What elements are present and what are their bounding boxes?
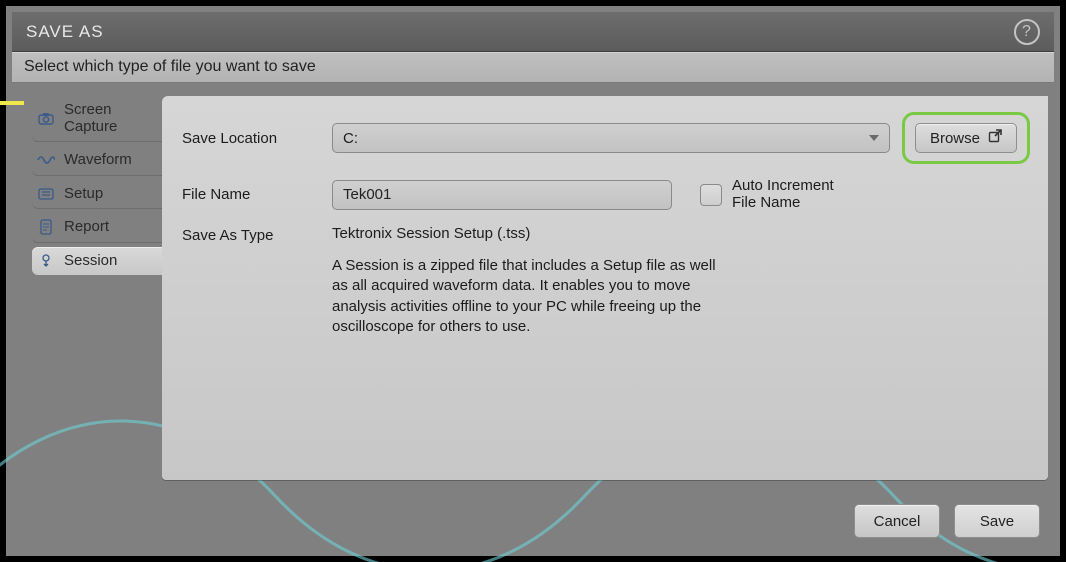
sidebar-item-label: Waveform	[64, 152, 164, 169]
dialog-titlebar: SAVE AS ?	[12, 12, 1054, 52]
file-name-label: File Name	[182, 186, 332, 203]
browse-button-label: Browse	[930, 130, 980, 147]
browse-button[interactable]: Browse	[915, 123, 1017, 153]
setup-icon	[36, 187, 56, 201]
sidebar-item-label: Session	[64, 253, 164, 270]
tab-setup[interactable]: Setup	[32, 180, 170, 210]
save-as-type-value: Tektronix Session Setup (.tss)	[332, 225, 1030, 242]
auto-increment-checkbox[interactable]	[700, 184, 722, 206]
waveform-icon	[36, 153, 56, 167]
save-location-label: Save Location	[182, 130, 332, 147]
session-icon	[36, 253, 56, 269]
help-button[interactable]: ?	[1014, 19, 1040, 45]
save-as-type-row: Save As Type Tektronix Session Setup (.t…	[182, 225, 1030, 337]
camera-icon	[36, 112, 56, 126]
sidebar-item-label: Setup	[64, 186, 164, 203]
dialog-footer: Cancel Save	[854, 504, 1040, 538]
tab-waveform[interactable]: Waveform	[32, 146, 170, 176]
file-name-input[interactable]	[332, 180, 672, 210]
chevron-down-icon	[869, 135, 879, 141]
session-panel: Save Location C: Browse File Name	[162, 96, 1048, 480]
sidebar: Screen Capture Waveform Setup Report	[32, 96, 170, 275]
save-button[interactable]: Save	[954, 504, 1040, 538]
report-icon	[36, 219, 56, 235]
tab-session[interactable]: Session	[32, 247, 170, 276]
dialog-frame: SAVE AS ? Select which type of file you …	[0, 0, 1066, 562]
dialog-body: Screen Capture Waveform Setup Report	[12, 84, 1054, 550]
tab-screen-capture[interactable]: Screen Capture	[32, 96, 170, 142]
auto-increment-label: Auto Increment File Name	[732, 178, 852, 211]
cancel-button[interactable]: Cancel	[854, 504, 940, 538]
dialog-title: SAVE AS	[26, 22, 104, 42]
sidebar-item-label: Screen Capture	[64, 102, 164, 135]
file-name-row: File Name Auto Increment File Name	[182, 178, 1030, 211]
help-icon: ?	[1022, 23, 1032, 41]
session-description: A Session is a zipped file that includes…	[332, 256, 732, 337]
sidebar-item-label: Report	[64, 219, 164, 236]
save-location-value: C:	[343, 130, 358, 147]
tab-report[interactable]: Report	[32, 213, 170, 243]
save-as-type-block: Tektronix Session Setup (.tss) A Session…	[332, 225, 1030, 337]
browse-highlight: Browse	[902, 112, 1030, 164]
save-as-type-label: Save As Type	[182, 225, 332, 244]
save-location-dropdown[interactable]: C:	[332, 123, 890, 153]
dialog-subtitle: Select which type of file you want to sa…	[12, 52, 1054, 83]
save-as-dialog: SAVE AS ? Select which type of file you …	[12, 12, 1054, 83]
cancel-button-label: Cancel	[874, 513, 921, 530]
external-link-icon	[988, 129, 1002, 147]
save-location-row: Save Location C: Browse	[182, 112, 1030, 164]
save-button-label: Save	[980, 513, 1014, 530]
